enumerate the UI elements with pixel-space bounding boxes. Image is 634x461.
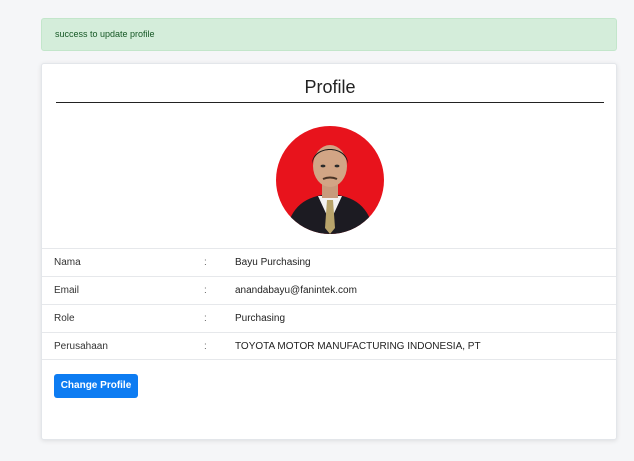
profile-card: Profile Nama : Bayu Purchasing Email: a… xyxy=(41,63,617,440)
page-title: Profile xyxy=(56,74,604,103)
field-row-role: Role : Purchasing xyxy=(42,304,616,332)
field-label: Email xyxy=(54,285,80,296)
field-separator: : xyxy=(204,313,207,324)
field-label: Perusahaan xyxy=(54,341,108,352)
field-row-email: Email : anandabayu@fanintek.com xyxy=(42,276,616,304)
field-value: Purchasing xyxy=(235,313,286,324)
field-value: Bayu Purchasing xyxy=(235,257,311,268)
profile-details: Nama : Bayu Purchasing Email : anandabay… xyxy=(42,248,616,360)
profile-photo-icon xyxy=(276,126,384,234)
field-row-perusahaan: Perusahaan : TOYOTA MOTOR MANUFACTURING … xyxy=(42,332,616,360)
field-separator: : xyxy=(204,341,207,352)
field-value: anandabayu@fanintek.com xyxy=(235,285,357,296)
field-label: Nama xyxy=(54,257,81,268)
success-alert: success to update profile xyxy=(41,18,617,51)
field-separator: : xyxy=(204,285,207,296)
field-value: TOYOTA MOTOR MANUFACTURING INDONESIA, PT xyxy=(235,341,481,352)
avatar xyxy=(276,126,384,234)
change-profile-button[interactable]: Change Profile xyxy=(54,374,138,398)
field-separator: : xyxy=(204,257,207,268)
field-row-nama: Nama : Bayu Purchasing xyxy=(42,248,616,276)
field-label: Role xyxy=(54,313,75,324)
